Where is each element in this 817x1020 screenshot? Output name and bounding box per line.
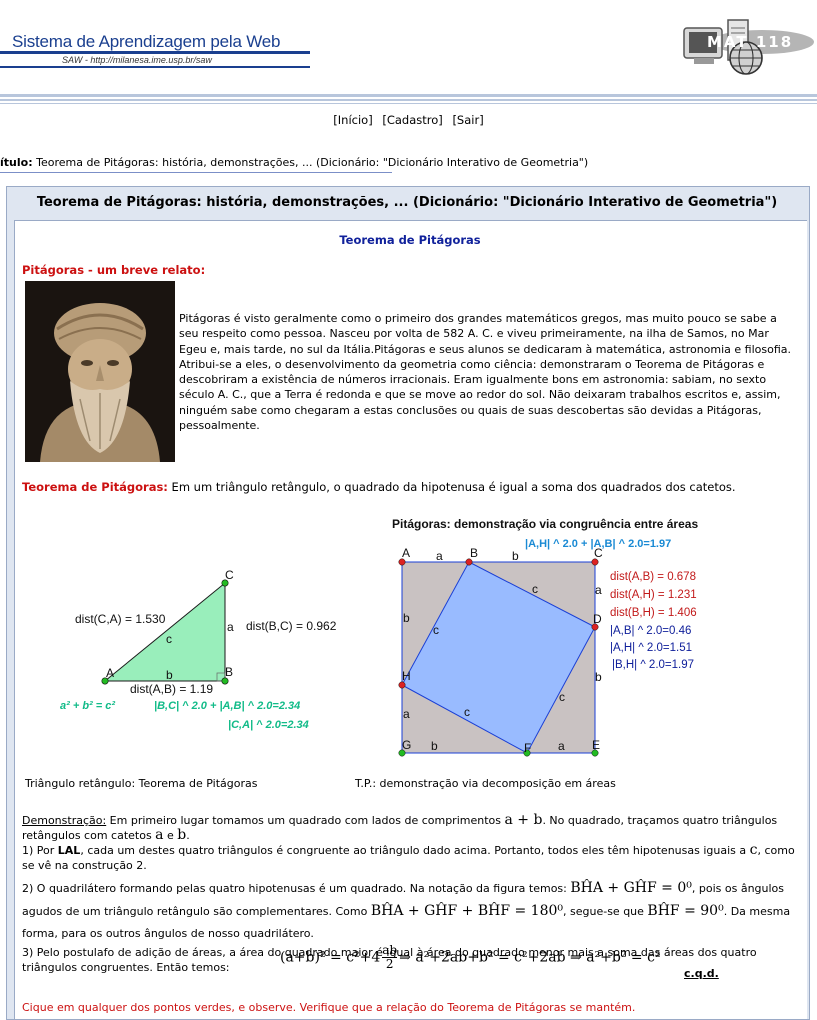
ab-square-readout: |A,B| ^ 2.0=0.46: [610, 625, 691, 637]
demo-text: e: [163, 829, 178, 842]
header-band: [0, 94, 817, 97]
sum-readout: |B,C| ^ 2.0 + |A,B| ^ 2.0=2.34: [154, 700, 300, 712]
side-label-c: c: [433, 623, 439, 637]
hyp-square-readout: |C,A| ^ 2.0=2.34: [228, 719, 309, 731]
pythagoras-portrait: [25, 281, 175, 462]
demo-text: Em primeiro lugar tomamos um quadrado co…: [106, 814, 505, 827]
demo-text: , cada um destes quatro triângulos é con…: [80, 844, 750, 857]
qed-mark: c.q.d.: [684, 967, 719, 980]
header-band: [0, 99, 817, 101]
side-label-a: a: [558, 739, 565, 753]
nav-inicio-link[interactable]: [Início]: [333, 113, 372, 127]
dist-bc-readout: dist(B,C) = 0.962: [246, 619, 337, 633]
triangle-applet[interactable]: A B C a b c dist(C,A) = 1.530 dist(B,C) …: [50, 565, 350, 735]
header-rule: [0, 66, 310, 68]
side-label-a: a: [403, 707, 410, 721]
mat118-logo: MAT 118: [683, 19, 814, 75]
side-label-a: a: [436, 549, 443, 563]
eq-denominator: 2: [385, 957, 394, 971]
math-angle-eq1: BĤA + GĤF = 0⁰: [570, 880, 692, 896]
math-a-plus-b: a + b: [504, 812, 543, 828]
ah-square-readout: |A,H| ^ 2.0=1.51: [610, 642, 692, 654]
side-label-a: a: [227, 620, 234, 634]
demo-text: .: [186, 829, 190, 842]
nav-cadastro-link[interactable]: [Cadastro]: [382, 113, 442, 127]
side-label-a: a: [595, 583, 602, 597]
bh-square-readout: |B,H| ^ 2.0=1.97: [612, 659, 694, 671]
math-angle-eq2: BĤA + GĤF + BĤF = 180⁰: [370, 903, 564, 919]
vertex-label-e: E: [592, 738, 600, 752]
demonstration-text: Demonstração: Em primeiro lugar tomamos …: [22, 813, 802, 997]
nav-sair-link[interactable]: [Sair]: [452, 113, 483, 127]
figure-caption: T.P.: demonstração via decomposição em á…: [355, 777, 616, 790]
logo-text: MAT 118: [707, 33, 793, 51]
site-title: Sistema de Aprendizagem pela Web: [12, 32, 281, 51]
dist-ca-readout: dist(C,A) = 1.530: [75, 612, 166, 626]
biography-text: Pitágoras é visto geralmente como o prim…: [179, 312, 792, 433]
vertex-label-c: C: [594, 546, 603, 560]
eq-part: ⇒ a²+2ab+b² = c²+2ab ⇒ a²+b² = c²: [399, 949, 661, 966]
vertex-label-f: F: [524, 741, 531, 755]
vertex-label-a: A: [106, 666, 114, 680]
lal-term: LAL: [57, 844, 81, 857]
header-band: [0, 103, 817, 104]
theorem-label: Teorema de Pitágoras:: [22, 480, 168, 494]
instruction-note: Cique em qualquer dos pontos verdes, e o…: [22, 1001, 636, 1014]
dist-bh-readout: dist(B,H) = 1.406: [610, 607, 697, 619]
math-angle-eq3: BĤF = 90⁰: [647, 903, 724, 919]
demo-text: , segue-se que: [563, 905, 648, 918]
vertex-label-h: H: [402, 669, 411, 683]
pythagoras-formula: a² + b² = c²: [60, 700, 115, 712]
side-label-c: c: [166, 632, 172, 646]
vertex-label-b: B: [470, 546, 478, 560]
side-label-c: c: [559, 690, 565, 704]
section-heading: Pitágoras - um breve relato:: [22, 263, 206, 277]
eq-numerator: ab: [382, 943, 398, 958]
vertex-label-a: A: [402, 546, 410, 560]
side-label-c: c: [532, 582, 538, 596]
math-area-equation: (a+b)² = c²+4 ab 2 ⇒ a²+2ab+b² = c²+2ab ⇒ a…: [280, 944, 661, 971]
side-label-b: b: [595, 670, 602, 684]
title-row: ítulo: Teorema de Pitágoras: história, d…: [0, 156, 588, 169]
vertex-label-g: G: [402, 738, 411, 752]
theorem-statement: Teorema de Pitágoras: Em um triângulo re…: [22, 480, 736, 494]
demo-label: Demonstração:: [22, 814, 107, 827]
eq-part: (a+b)² = c²+4: [280, 949, 381, 966]
title-label: ítulo:: [0, 156, 33, 169]
side-label-b: b: [512, 549, 519, 563]
demo-text: 2) O quadrilátero formando pelas quatro …: [22, 882, 571, 895]
dist-ah-readout: dist(A,H) = 1.231: [610, 589, 697, 601]
vertex-label-b: B: [225, 665, 233, 679]
square-applet[interactable]: Pitágoras: demonstração via congruência …: [390, 512, 720, 762]
figure-caption: Triângulo retângulo: Teorema de Pitágora…: [25, 777, 258, 790]
side-label-b: b: [403, 611, 410, 625]
square-title: Pitágoras: demonstração via congruência …: [392, 517, 698, 531]
vertex-label-c: C: [225, 568, 234, 582]
side-label-b: b: [431, 739, 438, 753]
math-b: b: [177, 827, 187, 843]
top-nav: [Início] [Cadastro] [Sair]: [0, 113, 817, 127]
side-label-c: c: [464, 705, 470, 719]
header-rule: [0, 51, 310, 54]
title-underline: [0, 172, 392, 173]
title-text: Teorema de Pitágoras: história, demonstr…: [36, 156, 589, 169]
theorem-text: Em um triângulo retângulo, o quadrado da…: [167, 480, 736, 494]
dist-ab-readout: dist(A,B) = 1.19: [130, 682, 213, 696]
vertex-label-d: D: [593, 612, 602, 626]
side-label-b: b: [166, 668, 173, 682]
site-subtitle: SAW - http://milanesa.ime.usp.br/saw: [62, 55, 212, 65]
dist-ab-readout: dist(A,B) = 0.678: [610, 571, 696, 583]
panel-heading: Teorema de Pitágoras: história, demonstr…: [7, 187, 807, 219]
demo-text: 1) Por: [22, 844, 58, 857]
math-a: a: [155, 827, 164, 843]
article-title: Teorema de Pitágoras: [339, 233, 481, 247]
